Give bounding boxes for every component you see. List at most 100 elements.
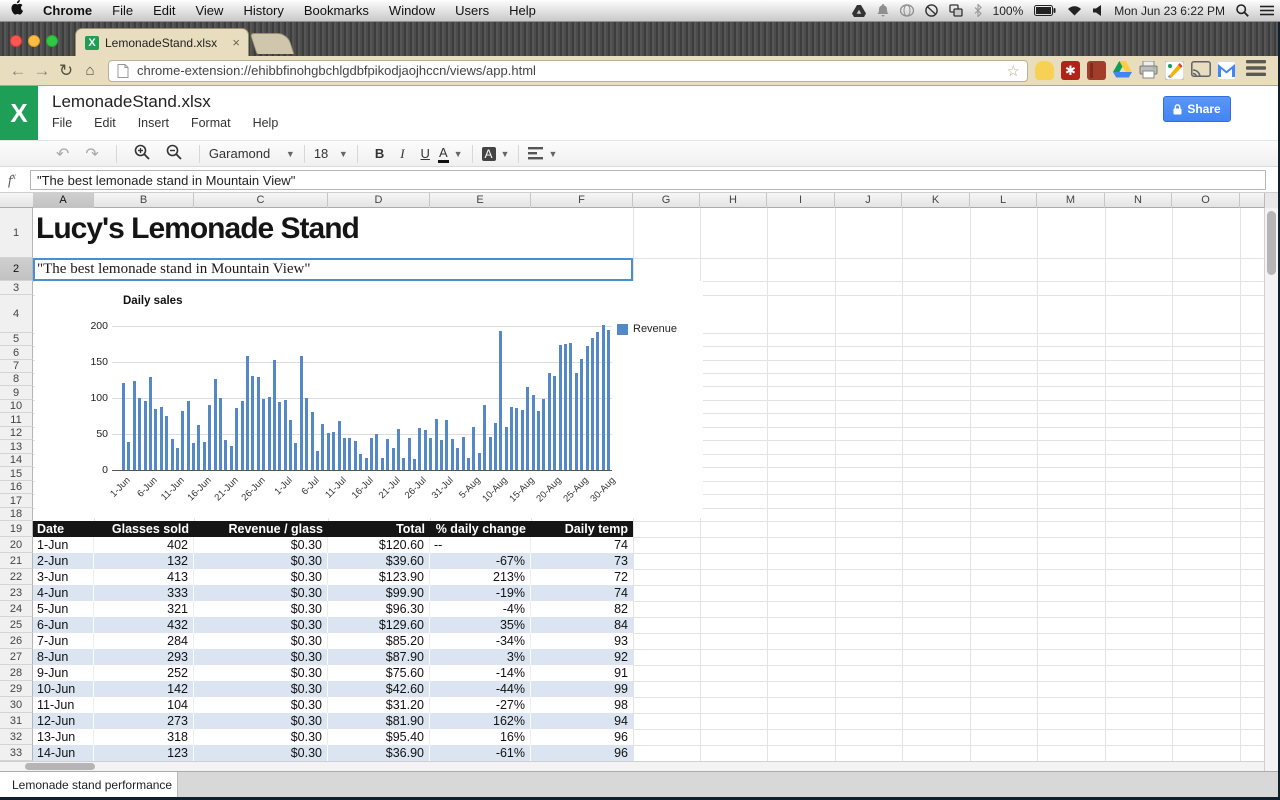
table-cell[interactable]: 98 xyxy=(531,697,633,713)
table-cell[interactable]: 11-Jun xyxy=(33,697,94,713)
cast-extension-icon[interactable] xyxy=(1191,61,1211,80)
apple-menu-icon[interactable] xyxy=(0,0,33,21)
row-header-14[interactable]: 14 xyxy=(0,454,33,467)
app-menu-insert[interactable]: Insert xyxy=(138,116,169,130)
column-header-D[interactable]: D xyxy=(328,193,430,208)
column-header-C[interactable]: C xyxy=(194,193,328,208)
window-zoom-button[interactable] xyxy=(46,35,58,47)
table-cell[interactable]: 413 xyxy=(94,569,194,585)
row-header-11[interactable]: 11 xyxy=(0,413,33,427)
table-cell[interactable]: 91 xyxy=(531,665,633,681)
text-color-button[interactable]: A ▼ xyxy=(437,145,463,163)
column-header-L[interactable]: L xyxy=(970,193,1037,208)
menubar-item-view[interactable]: View xyxy=(185,3,233,18)
table-row[interactable]: 5-Jun 321 $0.30 $96.30 -4% 82 xyxy=(33,601,633,617)
column-header-F[interactable]: F xyxy=(531,193,633,208)
table-cell[interactable]: $99.90 xyxy=(328,585,430,601)
table-cell[interactable]: $96.30 xyxy=(328,601,430,617)
row-header-30[interactable]: 30 xyxy=(0,697,33,713)
document-title[interactable]: LemonadeStand.xlsx xyxy=(52,92,211,112)
chrome-menu-button[interactable] xyxy=(1246,60,1266,81)
row-header-20[interactable]: 20 xyxy=(0,537,33,553)
table-cell[interactable]: $81.90 xyxy=(328,713,430,729)
table-cell[interactable]: -14% xyxy=(430,665,531,681)
table-cell[interactable]: 1-Jun xyxy=(33,537,94,553)
table-cell[interactable]: $39.60 xyxy=(328,553,430,569)
column-header-A[interactable]: A xyxy=(33,193,94,208)
row-header-7[interactable]: 7 xyxy=(0,360,33,373)
table-cell[interactable]: $95.40 xyxy=(328,729,430,745)
gmail-extension-icon[interactable] xyxy=(1217,61,1236,80)
row-header-5[interactable]: 5 xyxy=(0,333,33,346)
table-cell[interactable]: -19% xyxy=(430,585,531,601)
column-header-B[interactable]: B xyxy=(94,193,194,208)
column-header-O[interactable]: O xyxy=(1172,193,1240,208)
row-header-31[interactable]: 31 xyxy=(0,713,33,729)
column-header-G[interactable]: G xyxy=(633,193,700,208)
table-row[interactable]: 2-Jun 132 $0.30 $39.60 -67% 73 xyxy=(33,553,633,569)
table-cell[interactable]: 293 xyxy=(94,649,194,665)
row-header-10[interactable]: 10 xyxy=(0,400,33,413)
table-cell[interactable]: 13-Jun xyxy=(33,729,94,745)
table-cell[interactable]: 74 xyxy=(531,537,633,553)
dictionary-extension-icon[interactable] xyxy=(1087,61,1106,80)
table-cell[interactable]: $31.20 xyxy=(328,697,430,713)
row-header-19[interactable]: 19 xyxy=(0,521,33,537)
table-cell[interactable]: 12-Jun xyxy=(33,713,94,729)
notification-center-icon[interactable] xyxy=(1260,5,1274,16)
app-menu-edit[interactable]: Edit xyxy=(94,116,116,130)
table-cell[interactable]: -61% xyxy=(430,745,531,761)
zoom-out-button[interactable] xyxy=(158,144,190,163)
table-cell[interactable]: $0.30 xyxy=(194,745,328,761)
table-cell[interactable]: 333 xyxy=(94,585,194,601)
row-header-24[interactable]: 24 xyxy=(0,601,33,617)
table-row[interactable]: 3-Jun 413 $0.30 $123.90 213% 72 xyxy=(33,569,633,585)
table-cell[interactable]: 273 xyxy=(94,713,194,729)
do-not-disturb-icon[interactable] xyxy=(924,4,938,17)
print-extension-icon[interactable] xyxy=(1139,60,1158,80)
table-cell[interactable]: $42.60 xyxy=(328,681,430,697)
drive-status-icon[interactable] xyxy=(851,4,866,17)
menubar-item-chrome[interactable]: Chrome xyxy=(33,3,102,18)
window-close-button[interactable] xyxy=(10,35,22,47)
zoom-in-button[interactable] xyxy=(126,144,158,163)
table-cell[interactable]: -- xyxy=(430,537,531,553)
bookmark-star-icon[interactable]: ☆ xyxy=(1007,62,1020,80)
table-cell[interactable]: 432 xyxy=(94,617,194,633)
table-row[interactable]: 8-Jun 293 $0.30 $87.90 3% 92 xyxy=(33,649,633,665)
window-switcher-icon[interactable] xyxy=(948,4,963,17)
table-cell[interactable]: $0.30 xyxy=(194,601,328,617)
embedded-chart[interactable]: Daily sales Revenue 0 50 100 150 200 1-Jun 6-J… xyxy=(35,281,703,518)
table-cell[interactable]: $87.90 xyxy=(328,649,430,665)
row-header-23[interactable]: 23 xyxy=(0,585,33,601)
lastpass-extension-icon[interactable]: ✱ xyxy=(1061,61,1080,80)
table-row[interactable]: 12-Jun 273 $0.30 $81.90 162% 94 xyxy=(33,713,633,729)
globe-status-icon[interactable] xyxy=(899,4,914,17)
menubar-item-file[interactable]: File xyxy=(102,3,143,18)
underline-button[interactable]: U xyxy=(413,146,438,161)
column-header-J[interactable]: J xyxy=(835,193,902,208)
table-row[interactable]: 6-Jun 432 $0.30 $129.60 35% 84 xyxy=(33,617,633,633)
row-header-9[interactable]: 9 xyxy=(0,386,33,400)
row-header-17[interactable]: 17 xyxy=(0,494,33,508)
table-cell[interactable]: -44% xyxy=(430,681,531,697)
row-header-4[interactable]: 4 xyxy=(0,295,33,333)
table-cell[interactable]: $120.60 xyxy=(328,537,430,553)
table-cell[interactable]: 16% xyxy=(430,729,531,745)
undo-button[interactable]: ↶ xyxy=(48,144,77,164)
table-cell[interactable]: 99 xyxy=(531,681,633,697)
table-row[interactable]: 4-Jun 333 $0.30 $99.90 -19% 74 xyxy=(33,585,633,601)
table-cell[interactable]: -27% xyxy=(430,697,531,713)
omnibox[interactable]: chrome-extension://ehibbfinohgbchlgdbfpi… xyxy=(108,59,1028,82)
drive-extension-icon[interactable] xyxy=(1113,61,1132,80)
table-cell[interactable]: 123 xyxy=(94,745,194,761)
home-button[interactable]: ⌂ xyxy=(78,62,102,79)
table-cell[interactable]: 402 xyxy=(94,537,194,553)
row-header-1[interactable]: 1 xyxy=(0,208,33,258)
table-cell[interactable]: -4% xyxy=(430,601,531,617)
table-cell[interactable]: $0.30 xyxy=(194,553,328,569)
menubar-item-help[interactable]: Help xyxy=(499,3,546,18)
table-cell[interactable]: 132 xyxy=(94,553,194,569)
table-cell[interactable]: 96 xyxy=(531,729,633,745)
fill-color-button[interactable]: A ▼ xyxy=(481,146,509,161)
